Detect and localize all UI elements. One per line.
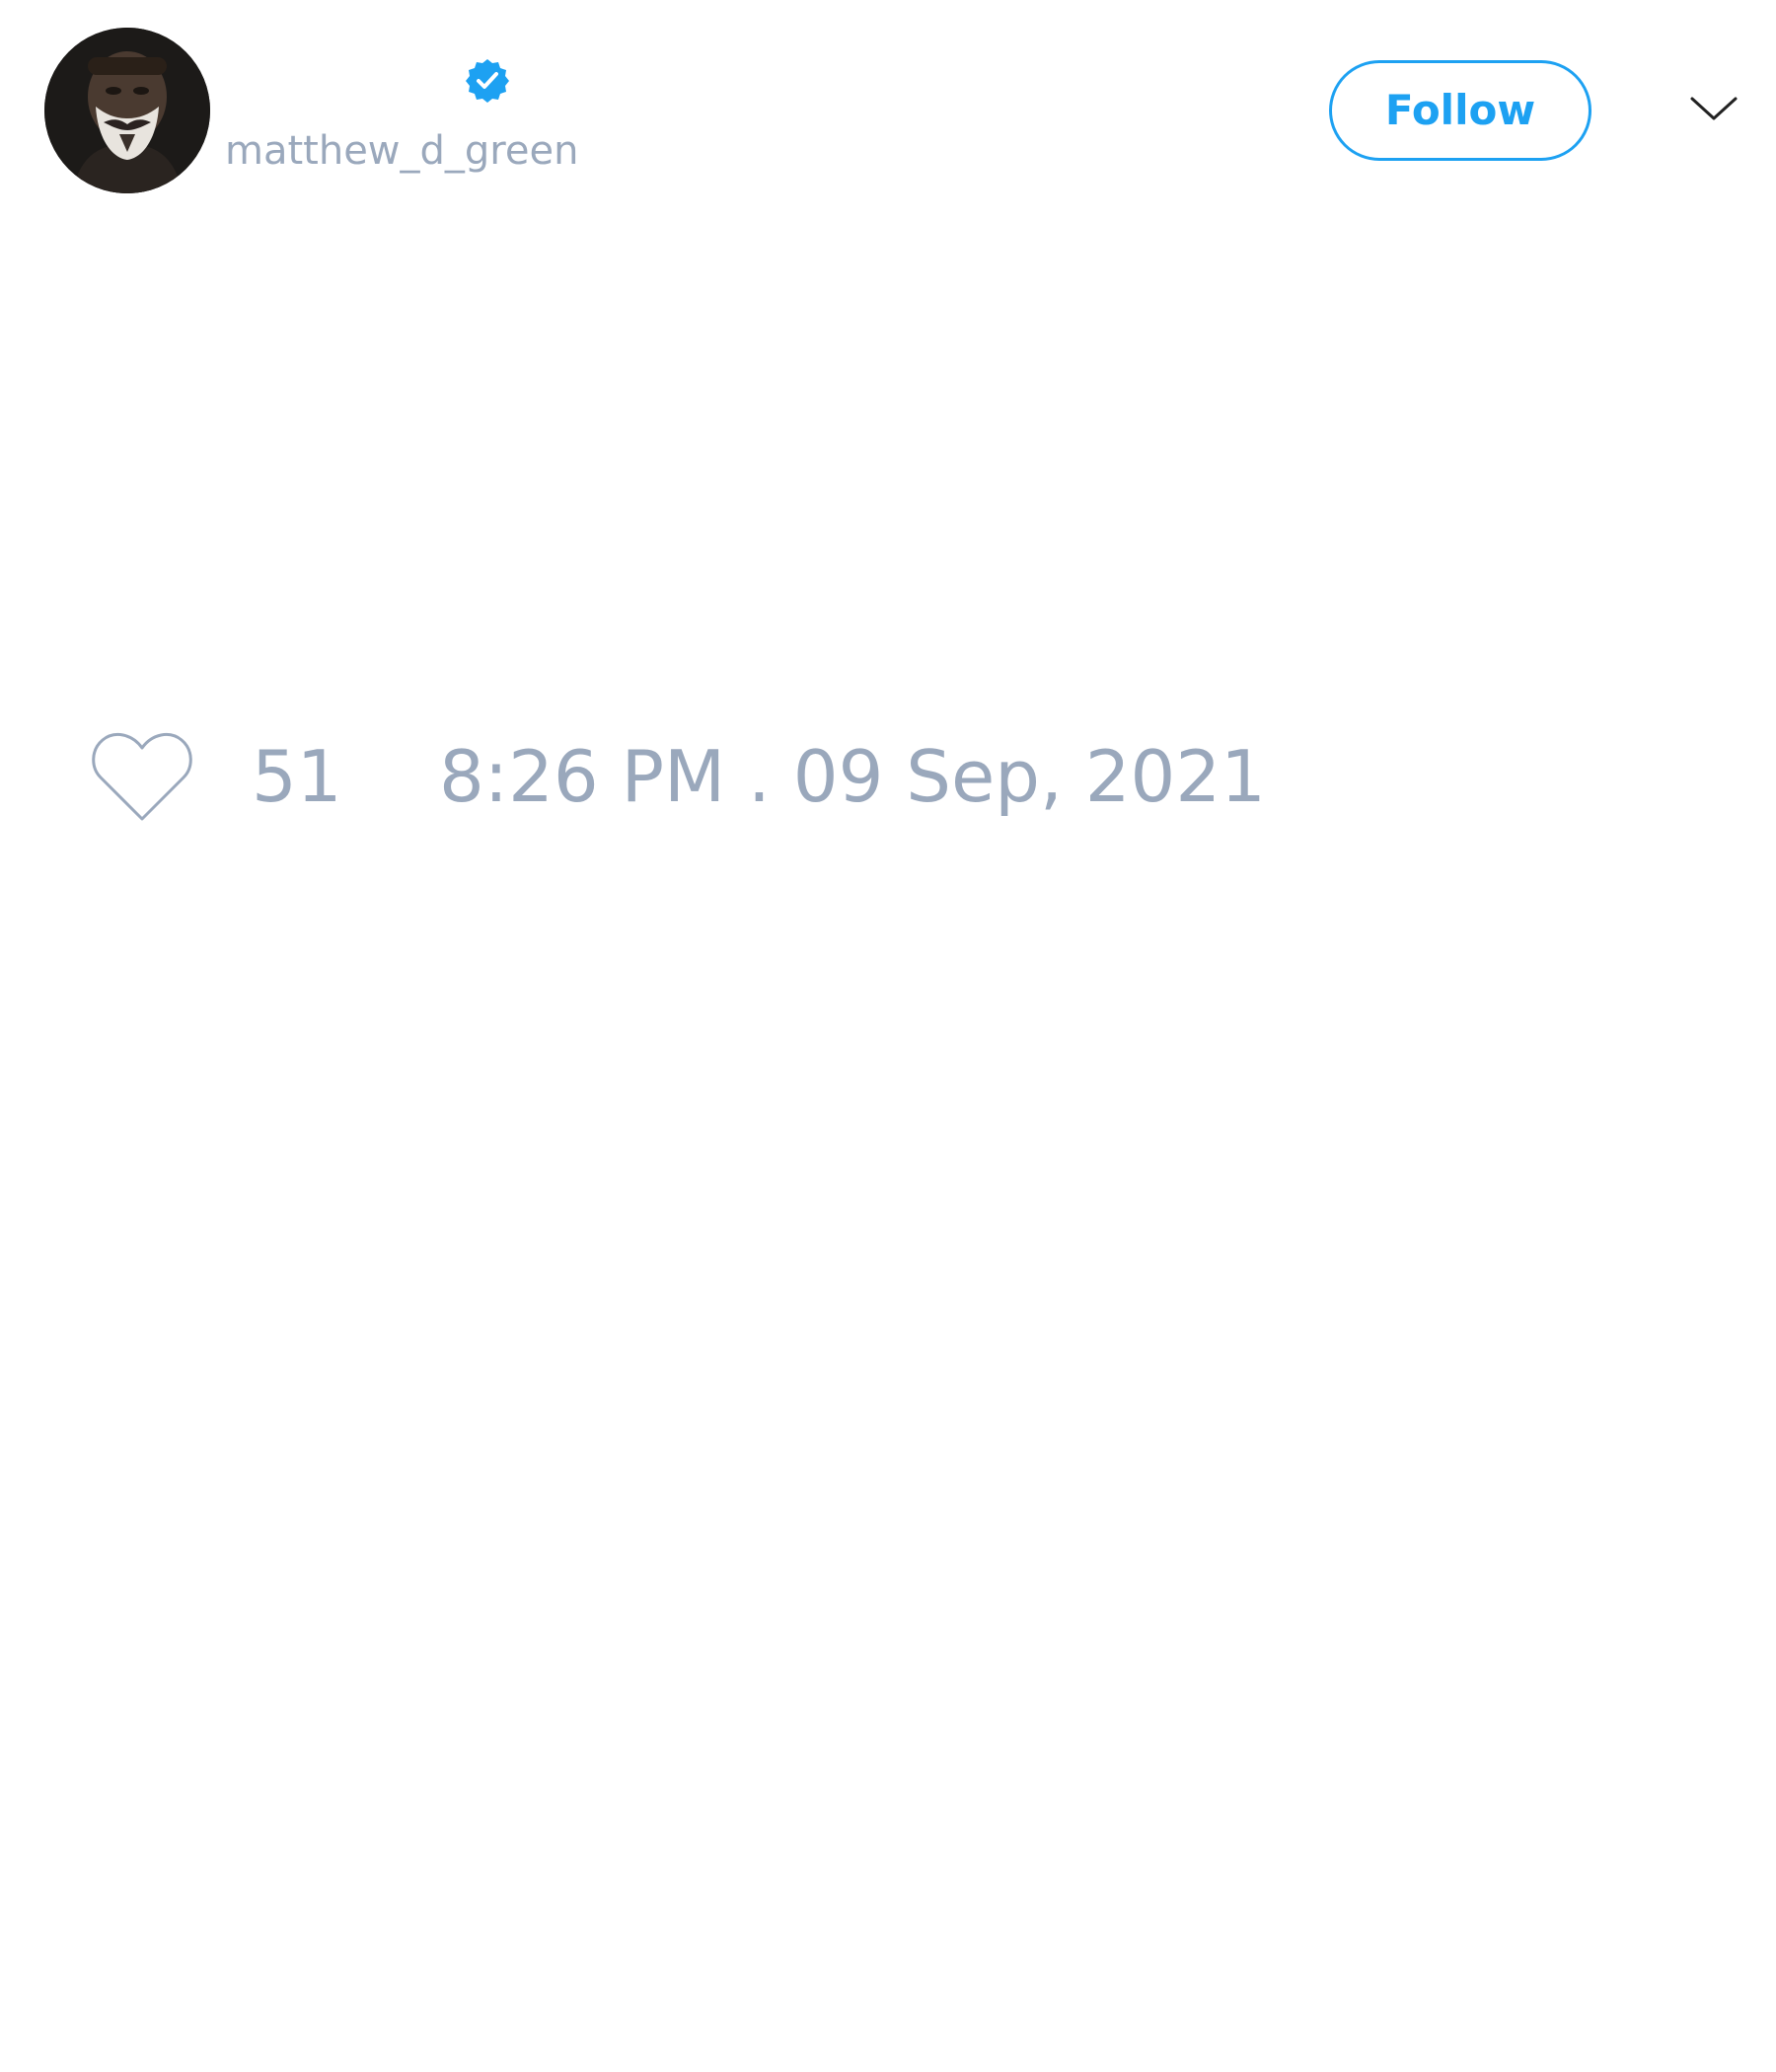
follow-button[interactable]: Follow [1329, 60, 1591, 161]
like-count: 51 [252, 735, 342, 818]
chevron-down-icon[interactable] [1689, 89, 1739, 128]
heart-outline-icon[interactable] [89, 730, 195, 825]
tweet-timestamp[interactable]: 8:26 PM . 09 Sep, 2021 [439, 732, 1266, 821]
tweet-card: matthew_d_green Follow 51 8:26 PM . 09 S… [0, 0, 1776, 2072]
author-username[interactable]: matthew_d_green [225, 126, 578, 176]
avatar[interactable] [44, 28, 210, 193]
verified-badge-icon [464, 57, 511, 105]
avatar-image [44, 28, 210, 193]
